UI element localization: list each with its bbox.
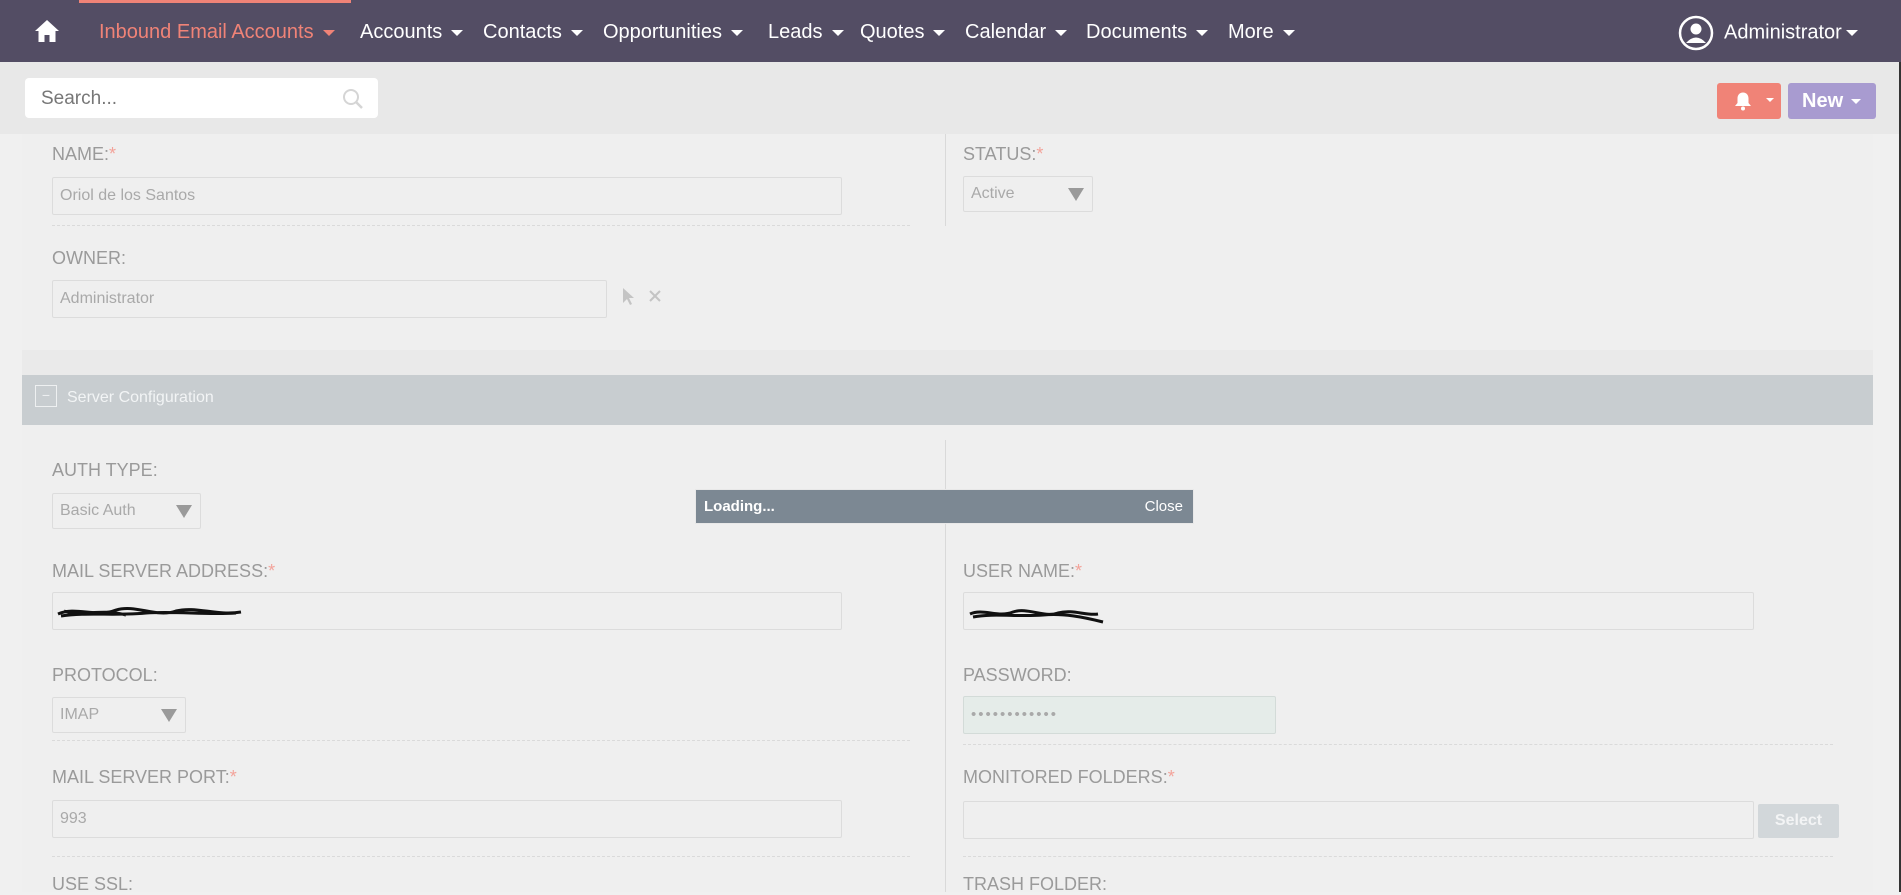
search-box bbox=[25, 78, 378, 118]
user-name-label: USER NAME:* bbox=[963, 561, 1083, 581]
status-label: STATUS:* bbox=[963, 144, 1044, 164]
server-configuration-panel-header[interactable]: − Server Configuration bbox=[22, 375, 1873, 425]
nav-quotes[interactable]: Quotes bbox=[860, 19, 946, 45]
avatar-icon bbox=[1678, 15, 1714, 51]
chevron-down-icon bbox=[1282, 29, 1295, 36]
nav-label: Leads bbox=[768, 21, 823, 43]
nav-label: Calendar bbox=[965, 21, 1047, 43]
auth-type-select[interactable]: Basic Auth bbox=[52, 493, 201, 529]
chevron-down-icon bbox=[570, 29, 583, 36]
auth-type-label: AUTH TYPE: bbox=[52, 460, 158, 480]
nav-label: Inbound Email Accounts bbox=[99, 21, 314, 43]
divider bbox=[963, 744, 1833, 745]
nav-more[interactable]: More bbox=[1228, 19, 1295, 45]
nav-documents[interactable]: Documents bbox=[1086, 19, 1209, 45]
name-label: NAME:* bbox=[52, 144, 117, 164]
nav-calendar[interactable]: Calendar bbox=[965, 19, 1068, 45]
bell-icon bbox=[1735, 92, 1751, 111]
monitored-folders-field[interactable] bbox=[963, 801, 1754, 839]
nav-label: More bbox=[1228, 21, 1274, 43]
divider bbox=[52, 740, 910, 741]
chevron-down-icon bbox=[451, 29, 464, 36]
collapse-icon[interactable]: − bbox=[35, 385, 57, 407]
column-divider bbox=[945, 134, 946, 226]
user-menu[interactable]: Administrator bbox=[1678, 15, 1858, 51]
active-tab-indicator bbox=[79, 0, 351, 3]
chevron-down-icon bbox=[933, 29, 946, 36]
close-link[interactable]: Close bbox=[1145, 490, 1183, 523]
mail-server-address-label: MAIL SERVER ADDRESS:* bbox=[52, 561, 276, 581]
new-label: New bbox=[1802, 90, 1844, 112]
panel-title: Server Configuration bbox=[67, 389, 214, 406]
monitored-folders-label: MONITORED FOLDERS:* bbox=[963, 767, 1175, 787]
select-pointer-icon[interactable] bbox=[621, 287, 637, 307]
section-gap bbox=[22, 350, 1873, 375]
chevron-down-icon bbox=[1196, 29, 1209, 36]
chevron-down-icon bbox=[730, 29, 743, 36]
clear-icon[interactable] bbox=[648, 289, 662, 303]
divider bbox=[52, 856, 910, 857]
name-field[interactable]: Oriol de los Santos bbox=[52, 177, 842, 215]
select-folders-button[interactable]: Select bbox=[1758, 804, 1839, 838]
chevron-down-icon bbox=[322, 29, 335, 36]
nav-leads[interactable]: Leads bbox=[768, 19, 844, 45]
chevron-down-icon bbox=[831, 29, 844, 36]
protocol-label: PROTOCOL: bbox=[52, 665, 158, 685]
divider bbox=[52, 225, 910, 226]
nav-label: Accounts bbox=[360, 21, 443, 43]
notifications-button[interactable] bbox=[1717, 83, 1781, 119]
new-button[interactable]: New bbox=[1788, 83, 1876, 119]
search-input[interactable] bbox=[39, 84, 333, 114]
nav-accounts[interactable]: Accounts bbox=[360, 19, 464, 45]
nav-label: Opportunities bbox=[603, 21, 722, 43]
chevron-down-icon bbox=[1055, 29, 1068, 36]
redaction-scribble bbox=[57, 607, 242, 618]
password-field[interactable]: •••••••••••• bbox=[963, 696, 1276, 734]
status-select[interactable]: Active bbox=[963, 176, 1093, 212]
protocol-select[interactable]: IMAP bbox=[52, 697, 186, 733]
dropdown-arrow-icon bbox=[1068, 188, 1084, 201]
dropdown-arrow-icon bbox=[176, 505, 192, 518]
home-icon[interactable] bbox=[34, 19, 60, 43]
nav-contacts[interactable]: Contacts bbox=[483, 19, 583, 45]
loading-dialog: Loading... Close bbox=[695, 489, 1194, 524]
divider bbox=[963, 856, 1833, 857]
redaction-scribble bbox=[969, 609, 1104, 624]
dropdown-arrow-icon bbox=[161, 709, 177, 722]
mail-server-port-field[interactable]: 993 bbox=[52, 800, 842, 838]
chevron-down-icon bbox=[1766, 98, 1774, 102]
nav-label: Documents bbox=[1086, 21, 1188, 43]
nav-label: Contacts bbox=[483, 21, 562, 43]
nav-opportunities[interactable]: Opportunities bbox=[603, 19, 743, 45]
mail-server-port-label: MAIL SERVER PORT:* bbox=[52, 767, 237, 787]
top-navigation: Inbound Email Accounts Accounts Contacts… bbox=[0, 0, 1901, 62]
chevron-down-icon bbox=[1845, 30, 1858, 36]
nav-label: Quotes bbox=[860, 21, 925, 43]
chevron-down-icon bbox=[1851, 99, 1862, 105]
user-name: Administrator bbox=[1724, 21, 1842, 44]
loading-text: Loading... bbox=[704, 498, 775, 515]
owner-label: OWNER: bbox=[52, 248, 126, 268]
search-icon[interactable] bbox=[342, 88, 364, 110]
password-label: PASSWORD: bbox=[963, 665, 1072, 685]
nav-inbound-email-accounts[interactable]: Inbound Email Accounts bbox=[99, 19, 335, 45]
owner-field[interactable]: Administrator bbox=[52, 280, 607, 318]
